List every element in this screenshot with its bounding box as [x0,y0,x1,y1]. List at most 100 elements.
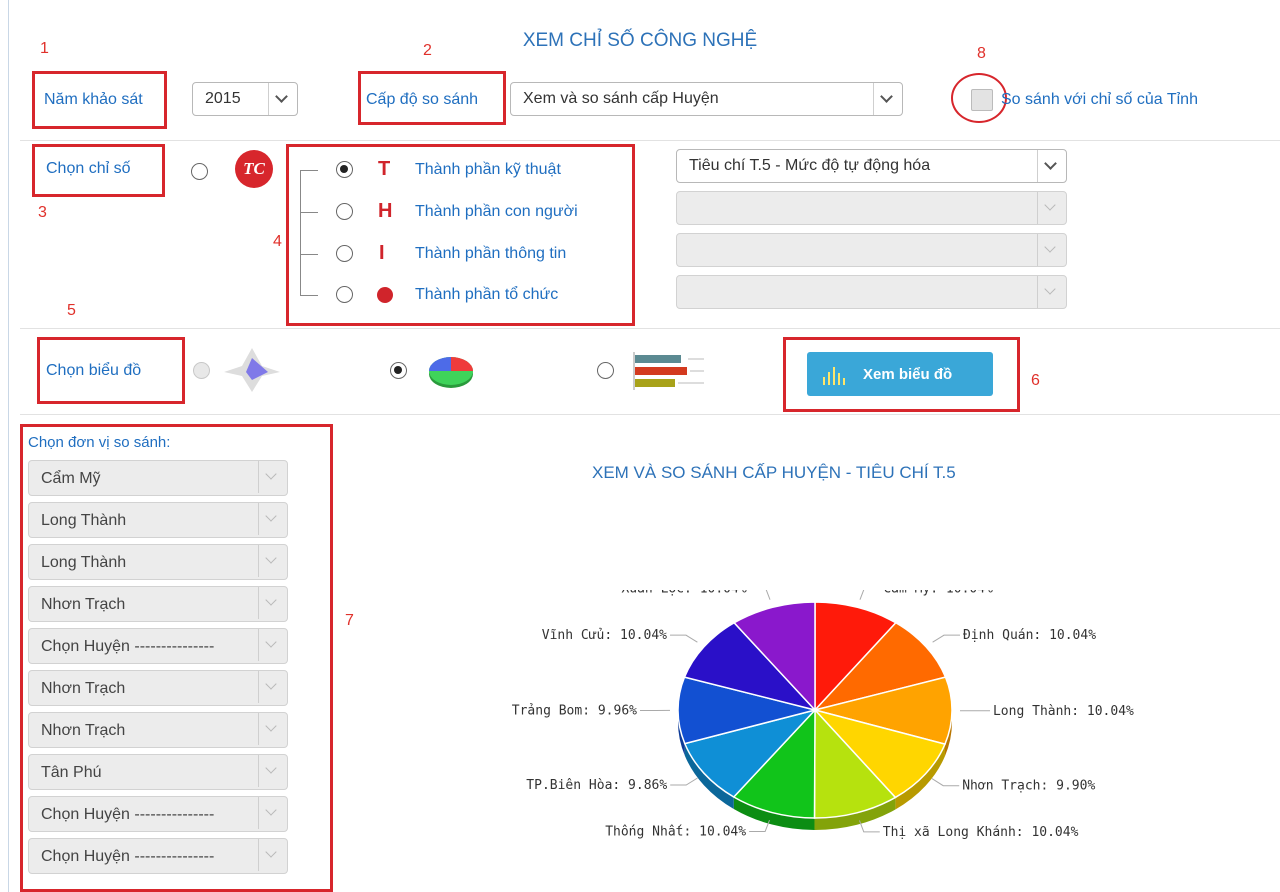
unit-select-value: Nhơn Trạch [41,722,126,739]
index-select-label: Chọn chỉ số [46,160,131,177]
tree-branch [300,170,318,171]
survey-year-value: 2015 [205,90,241,107]
chevron-down-icon [1037,276,1066,308]
unit-select[interactable]: Chọn Huyện --------------- [28,796,288,832]
survey-year-select[interactable]: 2015 [192,82,298,116]
unit-select[interactable]: Cẩm Mỹ [28,460,288,496]
infoware-icon: I [379,242,385,264]
chevron-down-icon [873,83,902,115]
humanware-icon: H [378,200,393,222]
chart-radio-pie[interactable] [390,362,407,379]
compare-level-value: Xem và so sánh cấp Huyện [523,90,719,107]
unit-select-value: Nhơn Trạch [41,680,126,697]
technoware-icon: T [378,158,391,180]
pie-slice-label: Cẩm Mỹ: 10.04% [883,590,993,596]
unit-select-value: Chọn Huyện --------------- [41,638,215,655]
orgaware-icon [377,287,393,303]
annotation-1: 1 [40,40,49,57]
chevron-down-icon [258,587,287,619]
chevron-down-icon [268,83,297,115]
bar-chart-icon [633,352,704,390]
annotation-2: 2 [423,42,432,59]
chevron-down-icon [258,713,287,745]
component-radio-information[interactable] [336,245,353,262]
pie-chart-icon [429,357,473,388]
unit-select-value: Chọn Huyện --------------- [41,848,215,865]
annotation-3: 3 [38,204,47,221]
view-chart-button[interactable]: Xem biểu đồ [807,352,993,396]
divider [20,414,1280,415]
units-label: Chọn đơn vị so sánh: [28,434,171,451]
unit-select-value: Chọn Huyện --------------- [41,806,215,823]
chevron-down-icon [1037,150,1066,182]
province-compare-checkbox[interactable] [971,89,993,111]
chevron-down-icon [258,503,287,535]
chevron-down-icon [1037,234,1066,266]
compare-level-label: Cấp độ so sánh [366,91,479,108]
chart-radio-radar[interactable] [193,362,210,379]
overall-index-radio[interactable] [191,163,208,180]
unit-select[interactable]: Chọn Huyện --------------- [28,628,288,664]
pie-slice-label: Thống Nhất: 10.04% [605,825,746,840]
tree-branch [300,212,318,213]
annotation-8: 8 [977,45,986,62]
chevron-down-icon [258,629,287,661]
pie-slice-label: Long Thành: 10.04% [993,704,1134,719]
pie-slice-label: Định Quán: 10.04% [963,628,1096,643]
unit-select[interactable]: Chọn Huyện --------------- [28,838,288,874]
chevron-down-icon [258,545,287,577]
chart-radio-bar[interactable] [597,362,614,379]
pie-slice-label: Thị xã Long Khánh: 10.04% [883,825,1079,840]
component-radio-organization[interactable] [336,286,353,303]
chevron-down-icon [258,797,287,829]
component-radio-technical[interactable] [336,161,353,178]
criteria-select-technical[interactable]: Tiêu chí T.5 - Mức độ tự động hóa [676,149,1067,183]
component-label-information: Thành phần thông tin [415,245,567,262]
annotation-6: 6 [1031,372,1040,389]
chevron-down-icon [258,839,287,871]
component-label-technical: Thành phần kỹ thuật [415,161,561,178]
annotation-5: 5 [67,302,76,319]
component-label-human: Thành phần con người [415,203,578,220]
unit-select[interactable]: Nhơn Trạch [28,586,288,622]
province-compare-label: So sánh với chỉ số của Tỉnh [1001,91,1198,108]
criteria-select-organization[interactable] [676,275,1067,309]
chevron-down-icon [258,755,287,787]
criteria-select-information[interactable] [676,233,1067,267]
pie-slice-label: Xuân Lộc: 10.04% [621,590,746,596]
pie-leader-line [931,778,960,787]
divider [20,328,1280,329]
unit-select[interactable]: Long Thành [28,502,288,538]
unit-select-value: Tân Phú [41,764,102,781]
unit-select[interactable]: Nhơn Trạch [28,712,288,748]
component-radio-human[interactable] [336,203,353,220]
unit-select[interactable]: Long Thành [28,544,288,580]
divider [20,140,1280,141]
criteria-value: Tiêu chí T.5 - Mức độ tự động hóa [689,157,931,174]
unit-select[interactable]: Tân Phú [28,754,288,790]
pie-slice-label: TP.Biên Hòa: 9.86% [526,778,667,793]
unit-select-value: Long Thành [41,554,127,571]
pie-slice-label: Nhơn Trạch: 9.90% [962,779,1095,794]
unit-select[interactable]: Nhơn Trạch [28,670,288,706]
chart-type-label: Chọn biểu đồ [46,362,142,379]
radar-chart-icon [224,348,280,392]
chevron-down-icon [258,671,287,703]
criteria-select-human[interactable] [676,191,1067,225]
pie-leader-line [670,777,698,786]
unit-select-value: Cẩm Mỹ [41,470,101,487]
view-chart-label: Xem biểu đồ [863,366,953,383]
chart-title: XEM VÀ SO SÁNH CẤP HUYỆN - TIÊU CHÍ T.5 [592,463,956,482]
compare-level-select[interactable]: Xem và so sánh cấp Huyện [510,82,903,116]
annotation-4: 4 [273,233,282,250]
tcc-logo-icon: TC [235,150,273,188]
unit-select-value: Nhơn Trạch [41,596,126,613]
chevron-down-icon [258,461,287,493]
page-title: XEM CHỈ SỐ CÔNG NGHỆ [522,30,758,51]
tree-branch [300,295,318,296]
pie-slice-label: Vĩnh Cửu: 10.04% [542,628,667,643]
tree-branch [300,254,318,255]
pie-leader-line [670,634,698,643]
chevron-down-icon [1037,192,1066,224]
pie-leader-line [765,590,771,600]
